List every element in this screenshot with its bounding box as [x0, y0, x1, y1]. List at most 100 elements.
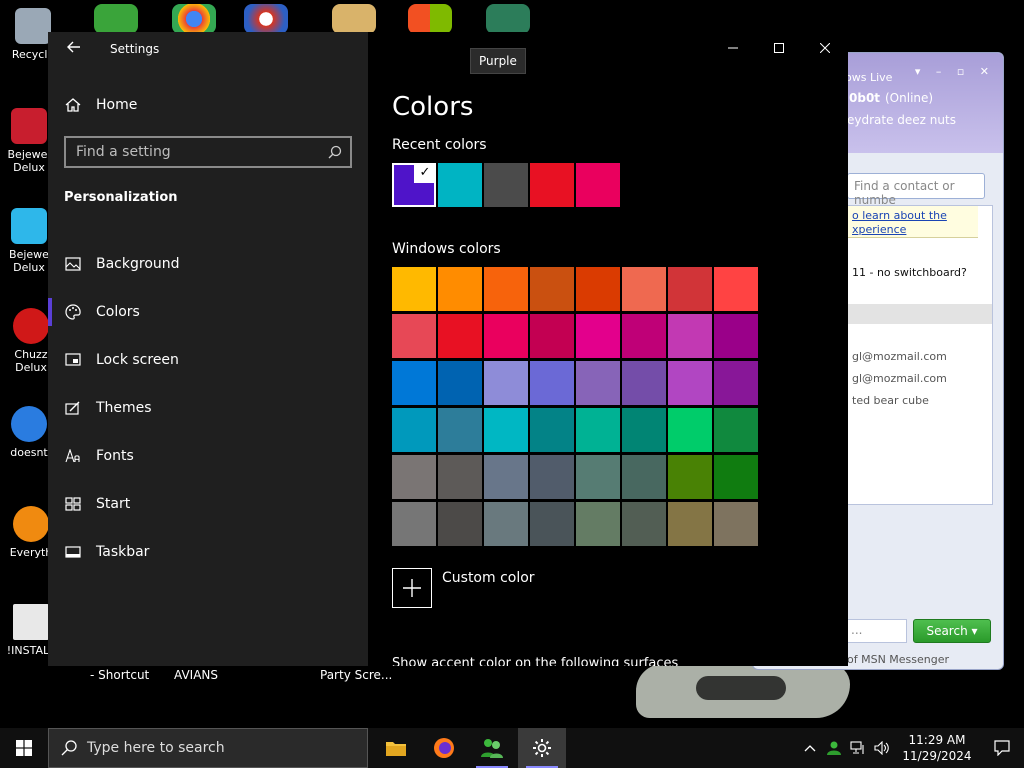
- archive-shortcut-icon[interactable]: [332, 4, 376, 34]
- recent-color-swatch[interactable]: [530, 163, 574, 207]
- messenger-tray-icon[interactable]: [822, 728, 846, 768]
- desktop-icon-doesnt[interactable]: doesnt: [4, 406, 54, 459]
- list-item[interactable]: gl@mozmail.com: [852, 350, 947, 363]
- chrome-icon[interactable]: [172, 4, 216, 34]
- app-shortcut-icon[interactable]: [244, 4, 288, 34]
- msn-find-contact-input[interactable]: Find a contact or numbe: [847, 173, 985, 207]
- settings-window[interactable]: Settings Home Personalization Background…: [48, 32, 848, 666]
- custom-color-label[interactable]: Custom color: [442, 570, 535, 586]
- windows-color-swatch[interactable]: [622, 361, 666, 405]
- windows-color-swatch[interactable]: [438, 408, 482, 452]
- msn-window-controls[interactable]: ▾ – ▫ ✕: [915, 65, 995, 78]
- msn-search-button[interactable]: Search ▾: [913, 619, 991, 643]
- msn-info-link[interactable]: o learn about the xperience: [848, 206, 978, 238]
- windows-color-swatch[interactable]: [484, 361, 528, 405]
- windows-color-swatch[interactable]: [530, 502, 574, 546]
- msn-personal-message[interactable]: eydrate deez nuts: [847, 113, 956, 127]
- recent-color-swatch[interactable]: [438, 163, 482, 207]
- windows-color-swatch[interactable]: [438, 455, 482, 499]
- windows-color-swatch[interactable]: [576, 502, 620, 546]
- windows-color-swatch[interactable]: [714, 314, 758, 358]
- recent-color-swatch[interactable]: [576, 163, 620, 207]
- windows-color-swatch[interactable]: [668, 455, 712, 499]
- windows-color-swatch[interactable]: [438, 267, 482, 311]
- home-nav-item[interactable]: Home: [64, 92, 137, 118]
- windows-color-swatch[interactable]: [668, 314, 712, 358]
- sidebar-item-lock-screen[interactable]: Lock screen: [48, 336, 368, 384]
- windows-color-swatch[interactable]: [484, 267, 528, 311]
- sidebar-item-fonts[interactable]: Fonts: [48, 432, 368, 480]
- windows-color-swatch[interactable]: [576, 455, 620, 499]
- windows-color-swatch[interactable]: [622, 314, 666, 358]
- windows-color-swatch[interactable]: [714, 502, 758, 546]
- network-icon[interactable]: [846, 728, 870, 768]
- sidebar-item-themes[interactable]: Themes: [48, 384, 368, 432]
- minimize-button[interactable]: [710, 32, 756, 64]
- windows-color-swatch[interactable]: [438, 314, 482, 358]
- back-button[interactable]: [62, 38, 86, 62]
- find-setting-box[interactable]: [64, 136, 352, 168]
- windows-color-swatch[interactable]: [392, 361, 436, 405]
- start-button[interactable]: [0, 728, 48, 768]
- windows-color-swatch[interactable]: [622, 267, 666, 311]
- recent-color-swatch[interactable]: [484, 163, 528, 207]
- msn-search-input[interactable]: ...: [847, 619, 907, 643]
- clock[interactable]: 11:29 AM 11/29/2024: [894, 732, 980, 764]
- maximize-button[interactable]: [756, 32, 802, 64]
- settings-taskbar-button[interactable]: [518, 728, 566, 768]
- windows-color-swatch[interactable]: [714, 455, 758, 499]
- messenger-shortcut-icon[interactable]: [94, 4, 138, 34]
- windows-color-swatch[interactable]: [530, 267, 574, 311]
- msn-display-name[interactable]: 0b0t: [849, 91, 880, 105]
- close-button[interactable]: [802, 32, 848, 64]
- find-setting-input[interactable]: [66, 138, 316, 166]
- windows-color-swatch[interactable]: [668, 408, 712, 452]
- windows-color-swatch[interactable]: [622, 502, 666, 546]
- windows-color-swatch[interactable]: [622, 408, 666, 452]
- windows-color-swatch[interactable]: [576, 408, 620, 452]
- list-item[interactable]: ted bear cube: [852, 394, 929, 407]
- notification-center-button[interactable]: [980, 728, 1024, 768]
- windows-color-swatch[interactable]: [576, 361, 620, 405]
- sidebar-item-start[interactable]: Start: [48, 480, 368, 528]
- windows-color-swatch[interactable]: [484, 455, 528, 499]
- msn-info-link-text[interactable]: xperience: [852, 223, 906, 236]
- windows-color-swatch[interactable]: [714, 361, 758, 405]
- desktop-icon-bejeweled-2[interactable]: Bejewe Delux: [4, 208, 54, 274]
- windows-color-swatch[interactable]: [392, 267, 436, 311]
- windows-color-swatch[interactable]: [392, 314, 436, 358]
- windows-color-swatch[interactable]: [392, 408, 436, 452]
- windows-color-swatch[interactable]: [438, 502, 482, 546]
- messenger-taskbar-button[interactable]: [468, 728, 516, 768]
- windows-color-swatch[interactable]: [622, 455, 666, 499]
- list-item[interactable]: 11 - no switchboard?: [852, 266, 967, 279]
- windows-color-swatch[interactable]: [530, 408, 574, 452]
- windows-color-swatch[interactable]: [530, 314, 574, 358]
- sidebar-item-background[interactable]: Background: [48, 240, 368, 288]
- windows-color-swatch[interactable]: [668, 267, 712, 311]
- windows-color-swatch[interactable]: [668, 361, 712, 405]
- volume-icon[interactable]: [870, 728, 894, 768]
- sidebar-item-colors[interactable]: Colors: [48, 288, 368, 336]
- windows-color-swatch[interactable]: [484, 408, 528, 452]
- desktop-icon-bejeweled-1[interactable]: Bejewel Delux: [4, 108, 54, 174]
- windows-color-swatch[interactable]: [576, 267, 620, 311]
- chevron-up-icon[interactable]: [798, 728, 822, 768]
- taskbar-search[interactable]: Type here to search: [48, 728, 368, 768]
- search-icon[interactable]: [328, 144, 342, 163]
- recent-color-swatch[interactable]: ✓: [392, 163, 436, 207]
- windows-color-swatch[interactable]: [484, 502, 528, 546]
- custom-color-button[interactable]: [392, 568, 432, 608]
- msn-info-link-text[interactable]: o learn about the: [852, 209, 947, 222]
- msn-status[interactable]: (Online): [885, 91, 933, 105]
- windows-color-swatch[interactable]: [484, 314, 528, 358]
- file-explorer-button[interactable]: [372, 728, 420, 768]
- firefox-button[interactable]: [420, 728, 468, 768]
- windows-color-swatch[interactable]: [714, 267, 758, 311]
- list-item[interactable]: gl@mozmail.com: [852, 372, 947, 385]
- windows-color-swatch[interactable]: [576, 314, 620, 358]
- windows-color-swatch[interactable]: [392, 502, 436, 546]
- taskbar-search-placeholder[interactable]: Type here to search: [87, 740, 225, 756]
- character-shortcut-icon[interactable]: [486, 4, 530, 34]
- office-shortcut-icon[interactable]: [408, 4, 452, 34]
